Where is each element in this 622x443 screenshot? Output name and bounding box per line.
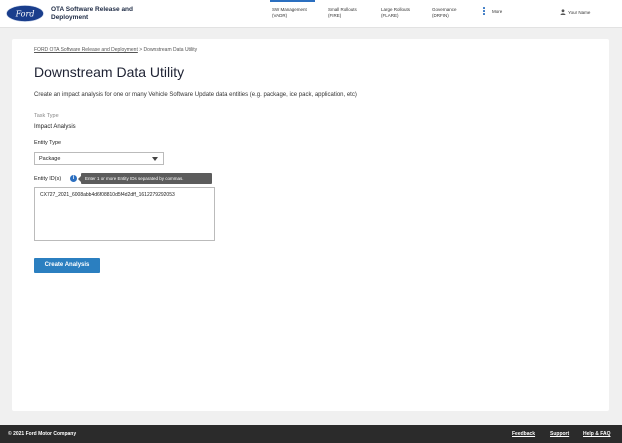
breadcrumb-parent-link[interactable]: FORD OTA Software Release and Deployment [34,47,138,53]
create-analysis-button[interactable]: Create Analysis [34,258,100,273]
feedback-link[interactable]: Feedback [512,431,535,437]
nav-sublabel: (FLARE) [381,13,399,18]
top-navigation-bar: Ford OTA Software Release and Deployment… [0,0,622,28]
more-menu-label[interactable]: More [492,9,502,14]
entity-ids-label: Entity ID(s) [34,176,62,182]
nav-sublabel: (VADR) [272,13,288,18]
support-link[interactable]: Support [550,431,569,437]
ford-logo[interactable]: Ford [6,5,44,22]
help-faq-link[interactable]: Help & FAQ [583,431,611,437]
active-nav-indicator [270,0,315,2]
nav-large-rollouts[interactable]: Large Rollouts (FLARE) [381,7,410,19]
nav-sublabel: (FIRE) [328,13,342,18]
nav-small-rollouts[interactable]: Small Rollouts (FIRE) [328,7,357,19]
user-icon[interactable] [560,9,566,15]
breadcrumb: FORD OTA Software Release and Deployment… [34,47,197,53]
entity-ids-tooltip: Enter 1 or more Entity IDs separated by … [78,173,212,184]
more-vertical-icon[interactable] [483,7,485,17]
task-type-value: Impact Analysis [34,124,76,130]
entity-ids-textarea[interactable]: CX727_2021_6008abb4d6f08810d5f4d2dff_161… [34,187,215,241]
entity-type-select[interactable]: Package [34,152,164,165]
copyright-text: © 2021 Ford Motor Company [8,431,77,437]
main-content-card: FORD OTA Software Release and Deployment… [12,39,609,411]
entity-type-label: Entity Type [34,140,62,146]
footer: © 2021 Ford Motor Company Feedback Suppo… [0,425,622,443]
logo-text: Ford [15,10,35,19]
page-description: Create an impact analysis for one or man… [34,92,357,98]
info-icon[interactable]: i [70,175,77,182]
page-title: Downstream Data Utility [34,64,185,80]
nav-sw-management[interactable]: SW Management (VADR) [272,7,307,19]
breadcrumb-current: Downstream Data Utility [143,47,198,53]
app-title[interactable]: OTA Software Release and Deployment [51,6,141,22]
chevron-down-icon [152,157,158,161]
nav-governance[interactable]: Governance (DRFIN) [432,7,457,19]
breadcrumb-separator: > [139,47,143,53]
nav-sublabel: (DRFIN) [432,13,449,18]
user-name[interactable]: Your Name [568,10,590,15]
entity-type-selected: Package [39,156,61,162]
task-type-label: Task Type [34,113,59,119]
